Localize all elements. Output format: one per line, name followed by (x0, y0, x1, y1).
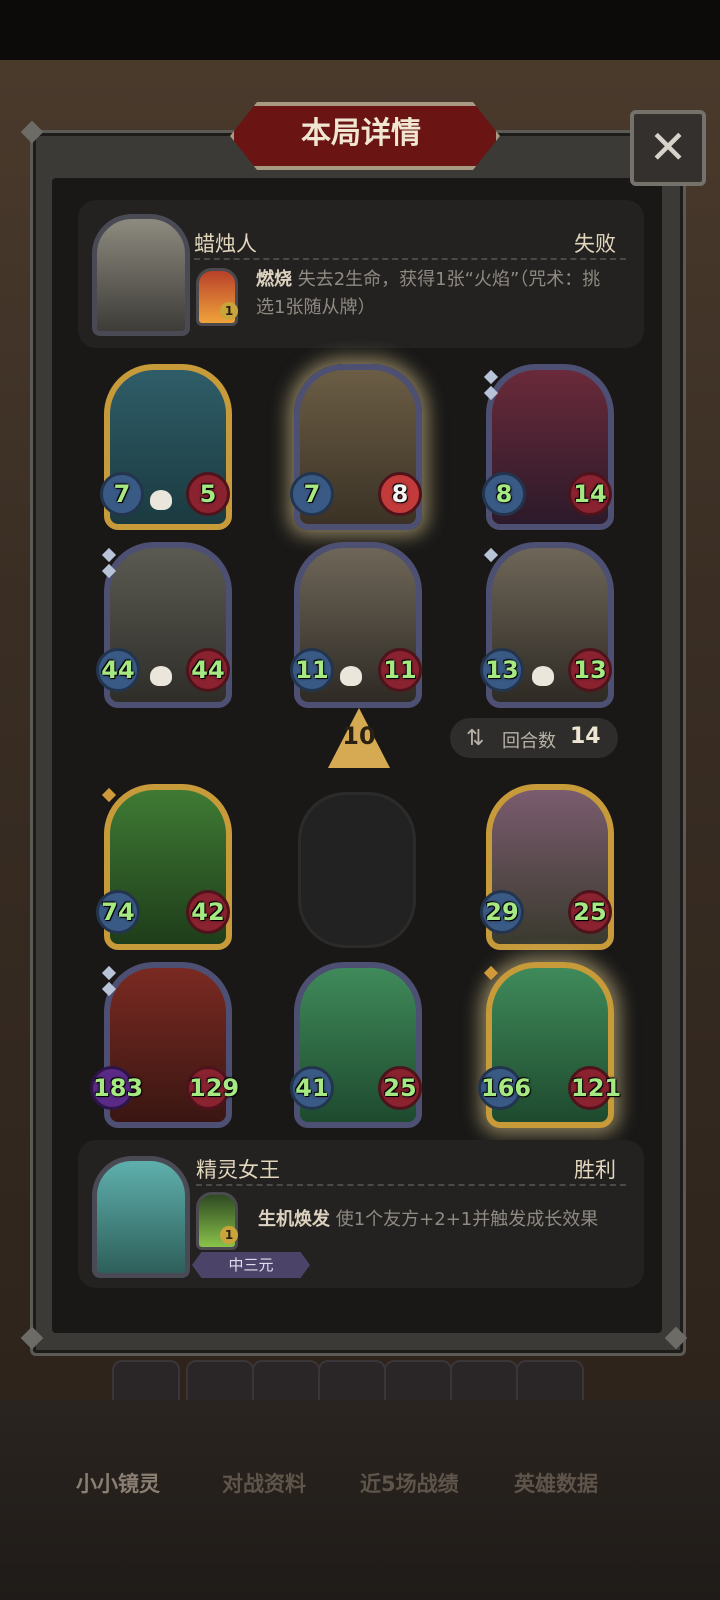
tavern-tier: 10 (342, 722, 376, 750)
divider (196, 1184, 626, 1186)
player-spell-text: 使1个友方+2+1并触发成长效果 (335, 1209, 599, 1230)
minion-attack: 29 (480, 890, 524, 934)
minion-attack: 166 (478, 1066, 531, 1110)
dialog-title: 本局详情 (301, 116, 421, 151)
spell-level-badge: 1 (220, 1226, 238, 1244)
player-spell-name: 生机焕发 (258, 1209, 330, 1230)
empty-board-slot (298, 792, 416, 948)
opponent-result: 失败 (574, 232, 616, 256)
skull-icon (150, 490, 172, 510)
opponent-name: 蜡烛人 (194, 232, 257, 256)
turn-counter-label: 回合数 (502, 731, 556, 752)
player-tag: 中三元 (192, 1252, 310, 1278)
minion-health: 42 (186, 890, 230, 934)
minion-health: 5 (186, 472, 230, 516)
player-result: 胜利 (574, 1158, 616, 1182)
minion-attack: 7 (100, 472, 144, 516)
minion-health: 44 (186, 648, 230, 692)
nav-tab-recent-record[interactable]: 近5场战绩 (360, 1468, 459, 1498)
minion-attack: 7 (290, 472, 334, 516)
minion-health: 13 (568, 648, 612, 692)
minion-attack: 74 (96, 890, 140, 934)
swap-arrows-icon: ⇅ (466, 726, 485, 751)
skull-icon (150, 666, 172, 686)
minion-health: 14 (568, 472, 612, 516)
player-avatar[interactable] (92, 1156, 190, 1278)
opponent-avatar[interactable] (92, 214, 190, 336)
player-spell-desc: 生机焕发 使1个友方+2+1并触发成长效果 (258, 1206, 618, 1234)
skull-icon (340, 666, 362, 686)
minion-health: 11 (378, 648, 422, 692)
opponent-spell-text: 失去2生命，获得1张“火焰”（咒术：挑选1张随从牌） (256, 269, 601, 318)
nav-tab-little-mirror[interactable]: 小小镜灵 (76, 1468, 160, 1498)
minion-health: 25 (568, 890, 612, 934)
close-button[interactable]: ✕ (630, 110, 706, 186)
divider (194, 258, 626, 260)
opponent-spell-name: 燃烧 (256, 269, 292, 290)
minion-health: 8 (378, 472, 422, 516)
bottom-nav (0, 1400, 720, 1600)
minion-attack: 44 (96, 648, 140, 692)
turn-counter-value: 14 (570, 724, 601, 749)
opponent-spell-desc: 燃烧 失去2生命，获得1张“火焰”（咒术：挑选1张随从牌） (256, 266, 608, 322)
spell-level-badge: 1 (220, 302, 238, 320)
close-icon: ✕ (648, 120, 688, 174)
player-name: 精灵女王 (196, 1158, 280, 1182)
minion-health: 121 (568, 1066, 621, 1110)
minion-attack: 11 (290, 648, 334, 692)
skull-icon (532, 666, 554, 686)
minion-attack: 41 (290, 1066, 334, 1110)
nav-tab-battle-info[interactable]: 对战资料 (222, 1468, 306, 1498)
nav-tab-hero-data[interactable]: 英雄数据 (514, 1468, 598, 1498)
minion-attack: 8 (482, 472, 526, 516)
minion-health: 129 (186, 1066, 239, 1110)
minion-attack: 183 (90, 1066, 143, 1110)
minion-attack: 13 (480, 648, 524, 692)
minion-health: 25 (378, 1066, 422, 1110)
